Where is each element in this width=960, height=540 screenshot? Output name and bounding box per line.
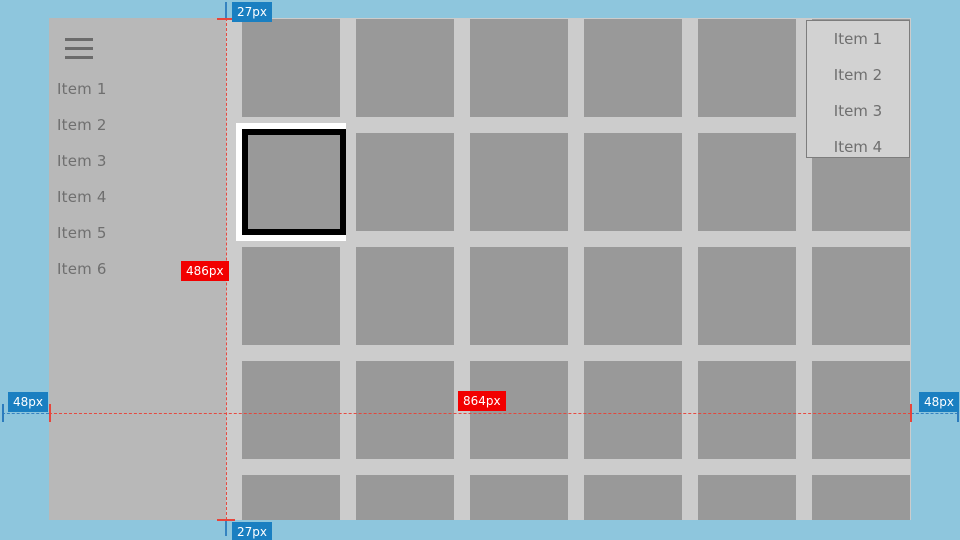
- grid-tile-selected[interactable]: [242, 129, 346, 235]
- menu-item-2[interactable]: Item 2: [807, 57, 909, 93]
- horizontal-measure-line: [49, 413, 911, 414]
- sidebar-item-label: Item 1: [57, 80, 107, 98]
- hamburger-menu-button[interactable]: [57, 28, 101, 68]
- grid-tile[interactable]: [698, 475, 796, 520]
- grid-tile[interactable]: [812, 247, 910, 345]
- grid-tile[interactable]: [242, 247, 340, 345]
- grid-tile[interactable]: [584, 247, 682, 345]
- grid-tile[interactable]: [470, 19, 568, 117]
- bottom-gap-measure-line: [225, 520, 227, 536]
- sidebar-item-label: Item 6: [57, 260, 107, 278]
- dropdown-menu-panel: Item 1 Item 2 Item 3 Item 4: [806, 20, 910, 158]
- grid-tile[interactable]: [356, 19, 454, 117]
- grid-tile[interactable]: [584, 361, 682, 459]
- grid-tile[interactable]: [698, 133, 796, 231]
- badge-sidebar-offset: 486px: [181, 261, 229, 281]
- grid-tile[interactable]: [242, 475, 340, 520]
- grid-tile[interactable]: [242, 19, 340, 117]
- grid-tile[interactable]: [584, 475, 682, 520]
- menu-item-label: Item 3: [833, 102, 883, 120]
- badge-content-width: 864px: [458, 391, 506, 411]
- sidebar-item-3[interactable]: Item 3: [49, 143, 226, 179]
- sidebar-item-5[interactable]: Item 5: [49, 215, 226, 251]
- top-gap-measure-line: [225, 2, 227, 18]
- sidebar-item-2[interactable]: Item 2: [49, 107, 226, 143]
- badge-bottom-gap: 27px: [232, 522, 272, 540]
- grid-tile[interactable]: [470, 475, 568, 520]
- hamburger-icon-bar-3: [65, 55, 93, 59]
- menu-item-4[interactable]: Item 4: [807, 129, 909, 157]
- menu-item-1[interactable]: Item 1: [807, 21, 909, 57]
- sidebar-item-4[interactable]: Item 4: [49, 179, 226, 215]
- grid-tile[interactable]: [698, 19, 796, 117]
- left-margin-tick-outer: [2, 404, 4, 422]
- sidebar-item-label: Item 3: [57, 152, 107, 170]
- grid-tile[interactable]: [812, 361, 910, 459]
- grid-tile[interactable]: [698, 247, 796, 345]
- grid-tile[interactable]: [698, 361, 796, 459]
- hamburger-icon-bar-1: [65, 37, 93, 41]
- screen-canvas: Item 1 Item 2 Item 3 Item 4 Item 5 Item …: [0, 0, 960, 540]
- grid-tile[interactable]: [470, 247, 568, 345]
- menu-item-label: Item 4: [833, 138, 883, 156]
- grid-tile[interactable]: [356, 361, 454, 459]
- grid-tile[interactable]: [356, 133, 454, 231]
- grid-tile[interactable]: [812, 475, 910, 520]
- grid-tile[interactable]: [242, 361, 340, 459]
- badge-top-gap: 27px: [232, 2, 272, 22]
- menu-item-label: Item 2: [833, 66, 883, 84]
- right-margin-measure-line: [911, 413, 958, 414]
- badge-left-margin: 48px: [8, 392, 48, 412]
- sidebar-item-label: Item 2: [57, 116, 107, 134]
- left-margin-measure-line: [2, 413, 49, 414]
- grid-tile[interactable]: [584, 133, 682, 231]
- menu-item-label: Item 1: [833, 30, 883, 48]
- sidebar-item-label: Item 4: [57, 188, 107, 206]
- grid-tile[interactable]: [470, 133, 568, 231]
- badge-right-margin: 48px: [919, 392, 959, 412]
- sidebar-item-1[interactable]: Item 1: [49, 71, 226, 107]
- sidebar-item-label: Item 5: [57, 224, 107, 242]
- hamburger-icon-bar-2: [65, 46, 93, 50]
- grid-tile[interactable]: [584, 19, 682, 117]
- grid-tile[interactable]: [356, 475, 454, 520]
- right-margin-tick-inner: [910, 404, 912, 422]
- grid-tile[interactable]: [356, 247, 454, 345]
- bottom-gap-tick: [217, 519, 235, 521]
- menu-item-3[interactable]: Item 3: [807, 93, 909, 129]
- left-margin-tick-inner: [49, 404, 51, 422]
